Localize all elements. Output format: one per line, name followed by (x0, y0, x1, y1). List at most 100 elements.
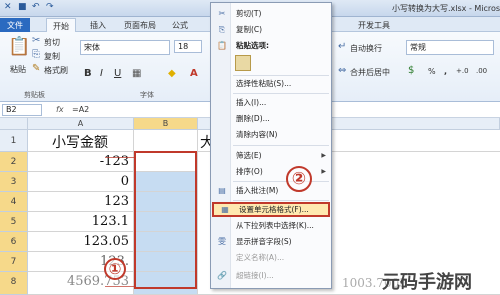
menu-separator (233, 181, 329, 182)
menu-item-label: 插入(I)... (236, 98, 267, 107)
copy-icon[interactable]: ⎘ (32, 50, 40, 60)
row-header[interactable]: 4 (0, 192, 28, 212)
wrap-text-icon[interactable]: ↵ (338, 42, 346, 52)
tab-formulas[interactable]: 公式 (166, 18, 194, 32)
font-name-select[interactable]: 宋体 (80, 40, 170, 55)
tab-developer[interactable]: 开发工具 (352, 18, 396, 32)
formula-input[interactable]: =A2 (72, 105, 89, 114)
menu-item-label: 插入批注(M) (236, 186, 279, 195)
menu-item-cut[interactable]: ✂ 剪切(T) (211, 7, 331, 21)
site-watermark: 元码手游网 (382, 272, 472, 293)
italic-button[interactable]: I (100, 68, 103, 79)
font-group-label: 字体 (140, 91, 154, 99)
font-color-icon[interactable]: A (190, 69, 198, 79)
column-header-b[interactable]: B (134, 118, 198, 130)
underline-button[interactable]: U (114, 68, 121, 79)
border-icon[interactable]: ▦ (132, 69, 141, 79)
tab-insert[interactable]: 插入 (84, 18, 112, 32)
name-box[interactable]: B2 (2, 104, 42, 116)
cell-a1[interactable]: 小写金额 (28, 130, 134, 152)
menu-item-sort[interactable]: 排序(O) ▶ (211, 165, 331, 179)
menu-item-label: 复制(C) (236, 25, 263, 34)
currency-icon[interactable]: $ (408, 66, 414, 76)
select-all-corner[interactable] (0, 118, 28, 130)
format-cells-icon: ▦ (221, 205, 229, 214)
menu-item-pick-from-list[interactable]: 从下拉列表中选择(K)... (211, 219, 331, 233)
menu-item-label: 从下拉列表中选择(K)... (236, 221, 314, 230)
paste-button-label[interactable]: 粘贴 (10, 64, 26, 75)
format-painter-button[interactable]: 格式刷 (44, 65, 68, 76)
menu-item-label: 设置单元格格式(F)... (239, 205, 309, 214)
wrap-text-button[interactable]: 自动换行 (350, 43, 382, 54)
scissors-icon[interactable]: ✂ (32, 36, 40, 46)
excel-logo-icon: ✕ (4, 2, 12, 12)
menu-item-insert-comment[interactable]: ▤ 插入批注(M) (211, 184, 331, 198)
menu-item-label: 清除内容(N) (236, 130, 278, 139)
menu-separator (233, 93, 329, 94)
redo-icon[interactable]: ↷ (46, 2, 54, 12)
cell-b1[interactable] (134, 130, 198, 152)
menu-item-insert[interactable]: 插入(I)... (211, 96, 331, 110)
menu-item-label: 定义名称(A)... (236, 253, 285, 262)
font-size-select[interactable]: 18 (174, 40, 202, 53)
paste-button-icon[interactable] (235, 55, 251, 71)
menu-item-label: 排序(O) (236, 167, 263, 176)
submenu-arrow-icon: ▶ (321, 152, 326, 159)
menu-item-label: 粘贴选项: (236, 41, 269, 50)
step-one-badge: ① (104, 258, 126, 280)
menu-item-label: 选择性粘贴(S)... (236, 79, 292, 88)
menu-separator (233, 200, 329, 201)
bold-button[interactable]: B (84, 68, 92, 79)
menu-item-show-phonetic[interactable]: 雯 显示拼音字段(S) (211, 235, 331, 249)
undo-icon[interactable]: ↶ (32, 2, 40, 12)
number-format-select[interactable]: 常规 (406, 40, 494, 55)
row-header[interactable]: 6 (0, 232, 28, 252)
copy-button[interactable]: 复制 (44, 51, 60, 62)
row-header[interactable]: 8 (0, 272, 28, 295)
menu-item-copy[interactable]: ⎘ 复制(C) (211, 23, 331, 37)
menu-item-clear-contents[interactable]: 清除内容(N) (211, 128, 331, 142)
row-header[interactable]: 3 (0, 172, 28, 192)
save-icon[interactable]: ■ (18, 2, 27, 12)
step-two-badge: ② (286, 166, 312, 192)
paste-icon[interactable]: 📋 (8, 38, 30, 56)
hyperlink-icon: 🔗 (217, 271, 227, 280)
submenu-arrow-icon: ▶ (321, 168, 326, 175)
clipboard-group-label: 剪贴板 (24, 91, 45, 99)
row-header[interactable]: 5 (0, 212, 28, 232)
paste-options-icon: 📋 (217, 41, 227, 50)
menu-item-define-name[interactable]: 定义名称(A)... (211, 251, 331, 265)
menu-item-label: 筛选(E) (236, 151, 262, 160)
menu-item-paste-special[interactable]: 选择性粘贴(S)... (211, 77, 331, 91)
fill-color-icon[interactable]: ◆ (168, 69, 176, 79)
menu-item-format-cells[interactable]: ▦ 设置单元格格式(F)... (212, 202, 330, 217)
copy-icon: ⎘ (218, 25, 226, 34)
cut-button[interactable]: 剪切 (44, 37, 60, 48)
phonetic-icon: 雯 (218, 237, 226, 246)
percent-button[interactable]: % (428, 67, 436, 76)
tab-page-layout[interactable]: 页面布局 (118, 18, 162, 32)
row-header[interactable]: 2 (0, 152, 28, 172)
context-menu: ✂ 剪切(T) ⎘ 复制(C) 📋 粘贴选项: 选择性粘贴(S)... 插入(I… (210, 2, 332, 289)
menu-item-hyperlink[interactable]: 🔗 超链接(I)... (211, 269, 331, 283)
menu-item-filter[interactable]: 筛选(E) ▶ (211, 149, 331, 163)
menu-separator (233, 75, 329, 76)
tab-home[interactable]: 开始 (46, 18, 76, 32)
increase-decimal-button[interactable]: +.0 (456, 67, 469, 75)
selection-outline (134, 151, 197, 289)
row-header[interactable]: 7 (0, 252, 28, 272)
merge-center-icon[interactable]: ⇔ (338, 66, 346, 76)
header-small-amount: 小写金额 (52, 135, 108, 151)
menu-item-label: 剪切(T) (236, 9, 262, 18)
merge-center-button[interactable]: 合并后居中 (350, 67, 390, 78)
decrease-decimal-button[interactable]: .00 (476, 67, 487, 75)
tab-file[interactable]: 文件 (0, 18, 30, 32)
menu-item-label: 删除(D)... (236, 114, 270, 123)
comma-button[interactable]: , (444, 67, 447, 76)
fx-button[interactable]: fx (56, 105, 64, 114)
column-header-a[interactable]: A (28, 118, 134, 130)
menu-separator (233, 145, 329, 146)
format-painter-icon[interactable]: ✎ (32, 64, 40, 74)
menu-item-delete[interactable]: 删除(D)... (211, 112, 331, 126)
row-header[interactable]: 1 (0, 130, 28, 152)
